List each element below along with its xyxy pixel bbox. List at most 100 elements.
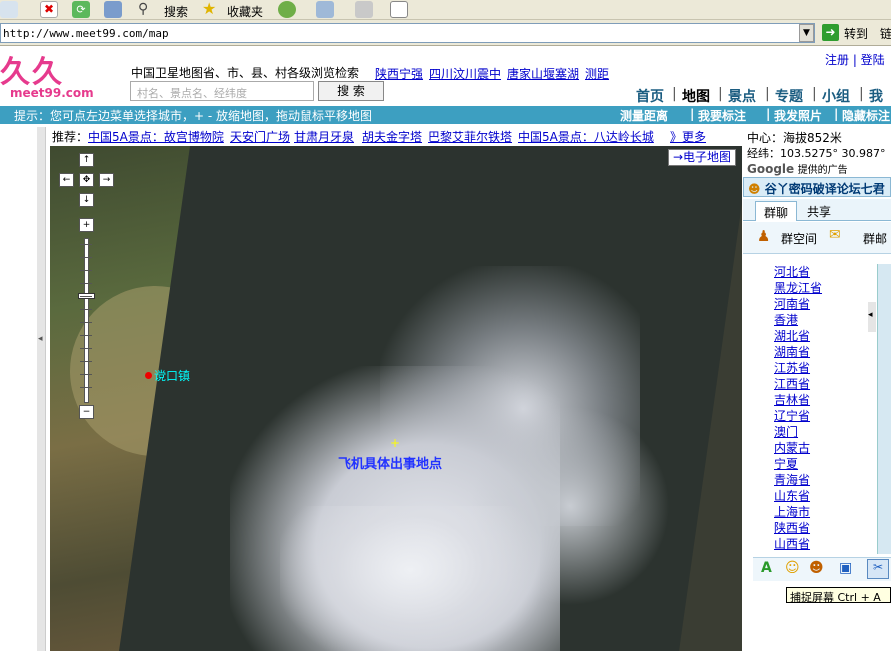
map-pin-icon[interactable] [145,372,152,379]
back-icon[interactable] [0,1,18,18]
nav-groups[interactable]: 小组 [822,86,850,106]
stop-icon[interactable]: ✖ [40,1,58,18]
header-link-measure[interactable]: 测距 [585,65,609,82]
center-elevation: 中心：海拔852米 [747,131,842,145]
province-link[interactable]: 河南省 [774,296,844,312]
province-link[interactable]: 江西省 [774,376,844,392]
pan-left-button[interactable]: ← [59,173,74,187]
province-link[interactable]: 陕西省 [774,520,844,536]
search-toolbar-label[interactable]: 搜索 [164,3,188,20]
address-input[interactable]: http://www.meet99.com/map [0,23,815,43]
nav-home[interactable]: 首页 [636,86,664,106]
pan-up-button[interactable]: ↑ [79,153,94,167]
province-link[interactable]: 山西省 [774,536,844,552]
incident-label: 飞机具体出事地点 [338,457,443,472]
recommend-more-link[interactable]: 》更多 [670,128,706,145]
town-label[interactable]: 谠口镇 [154,367,190,384]
province-link[interactable]: 青海省 [774,472,844,488]
recommend-link[interactable]: 中国5A景点：故宫博物院 [88,128,224,145]
recommend-link[interactable]: 甘肃月牙泉 [294,128,354,145]
favorites-toolbar-label[interactable]: 收藏夹 [227,3,263,20]
province-link[interactable]: 吉林省 [774,392,844,408]
zoom-slider-track[interactable] [84,238,89,403]
left-panel-toggle[interactable]: ◂ [37,127,46,651]
province-link[interactable]: 内蒙古 [774,440,844,456]
province-link[interactable]: 宁夏 [774,456,844,472]
center-coordinates: 经纬：103.5275° 30.987° [747,147,886,160]
tool-post-photo[interactable]: 我发照片 [774,107,822,124]
tool-hide-markers[interactable]: 隐藏标注 [842,107,890,124]
site-search-input[interactable]: 村名、景点名、经纬度 [130,81,314,101]
site-logo[interactable]: 久久 [0,58,64,88]
pan-down-button[interactable]: ↓ [79,193,94,207]
magic-emoji-icon[interactable]: ☻ [809,560,824,576]
links-label[interactable]: 链 [880,25,891,42]
screen-capture-tooltip: 捕捉屏幕 Ctrl + A [786,587,891,603]
province-link[interactable]: 黑龙江省 [774,280,844,296]
font-icon[interactable]: A [761,560,772,576]
auth-links[interactable]: 注册 | 登陆 [825,51,885,68]
province-link[interactable]: 香港 [774,312,844,328]
tool-measure-distance[interactable]: 测量距离 [620,107,668,124]
satellite-map[interactable]: →电子地图 谠口镇 + 飞机具体出事地点 ↑ ← ✥ → ↓ + − [50,146,742,651]
search-icon[interactable]: ⚲ [138,1,156,18]
province-scrollbar[interactable] [877,264,891,554]
history-icon[interactable] [278,1,296,18]
tool-add-marker[interactable]: 我要标注 [698,107,746,124]
mail-icon[interactable] [316,1,334,18]
province-link[interactable]: 江苏省 [774,360,844,376]
group-space-icon[interactable]: ♟ [757,227,770,245]
electronic-map-button[interactable]: →电子地图 [668,149,736,166]
zoom-in-button[interactable]: + [79,218,94,232]
zoom-tick [80,322,92,323]
emoji-icon[interactable]: ☺ [785,560,800,576]
site-tagline: 中国卫星地图省、市、县、村各级浏览检索 [131,66,360,80]
site-logo-domain: meet99.com [10,86,94,100]
recommend-link[interactable]: 巴黎艾菲尔铁塔 [428,128,512,145]
recommend-link[interactable]: 天安门广场 [230,128,290,145]
tab-share[interactable]: 共享 [799,201,839,221]
recommend-link[interactable]: 中国5A景点：八达岭长城 [518,128,654,145]
header-link-tangjiashan[interactable]: 唐家山堰塞湖 [507,65,579,82]
center-button[interactable]: ✥ [79,173,94,187]
qq-group-title[interactable]: ☻ 谷丫密码破译论坛七君 [743,177,891,197]
nav-separator: | [812,86,817,102]
print-icon[interactable] [355,1,373,18]
province-link[interactable]: 上海市 [774,504,844,520]
nav-map[interactable]: 地图 [682,86,710,106]
group-space-link[interactable]: 群空间 [781,230,817,247]
header-link-shaanxi[interactable]: 陕西宁强 [375,65,423,82]
group-mail-icon[interactable]: ✉ [829,227,841,243]
google-logo: Google [747,162,795,176]
edit-icon[interactable] [390,1,408,18]
pan-right-button[interactable]: → [99,173,114,187]
refresh-icon[interactable]: ⟳ [72,1,90,18]
go-button[interactable]: ➜ 转到 [822,23,874,43]
chat-toolbar: A ☺ ☻ ▣ ✂ [753,557,891,581]
header-link-wenchuan[interactable]: 四川汶川震中 [429,65,501,82]
favorites-icon[interactable]: ★ [202,1,220,18]
google-ad-header: Google 提供的广告 [747,161,891,177]
group-mail-link[interactable]: 群邮 [863,230,887,247]
province-link[interactable]: 山东省 [774,488,844,504]
province-link[interactable]: 湖南省 [774,344,844,360]
nav-me[interactable]: 我 [869,86,883,106]
screen-capture-icon[interactable]: ✂ [867,559,889,579]
province-link[interactable]: 湖北省 [774,328,844,344]
site-search-button[interactable]: 搜 索 [318,81,384,101]
zoom-out-button[interactable]: − [79,405,94,419]
nav-separator: | [765,86,770,102]
right-collapse-toggle[interactable]: ◂ [868,302,876,332]
province-link[interactable]: 河北省 [774,264,844,280]
address-bar: http://www.meet99.com/map ▼ ➜ 转到 链 [0,20,891,46]
nav-scenic[interactable]: 景点 [728,86,756,106]
nav-topics[interactable]: 专题 [775,86,803,106]
home-icon[interactable] [104,1,122,18]
province-link[interactable]: 澳门 [774,424,844,440]
image-icon[interactable]: ▣ [839,560,852,576]
address-dropdown-icon[interactable]: ▼ [799,24,814,42]
tab-group-chat[interactable]: 群聊 [755,201,798,221]
zoom-tick [80,361,92,362]
recommend-link[interactable]: 胡夫金字塔 [362,128,422,145]
province-link[interactable]: 辽宁省 [774,408,844,424]
